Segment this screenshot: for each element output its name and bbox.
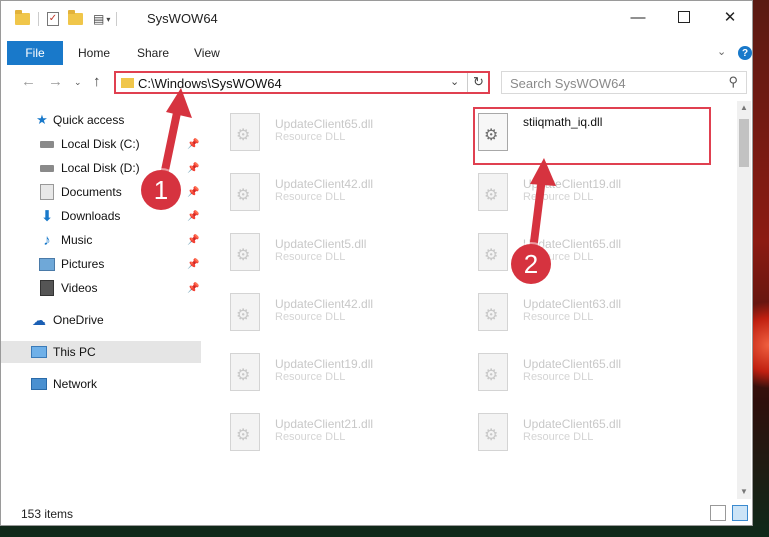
- step-badge-1: 1: [141, 170, 181, 210]
- annotation-layer: [159, 88, 556, 254]
- arrow-2: [529, 158, 556, 254]
- step-badge-2: 2: [511, 244, 551, 284]
- arrow-2-head: [530, 158, 556, 186]
- arrow-2-shaft: [529, 174, 546, 254]
- arrow-1: [159, 88, 192, 184]
- arrow-1-head: [166, 88, 192, 118]
- arrow-1-shaft: [159, 104, 182, 184]
